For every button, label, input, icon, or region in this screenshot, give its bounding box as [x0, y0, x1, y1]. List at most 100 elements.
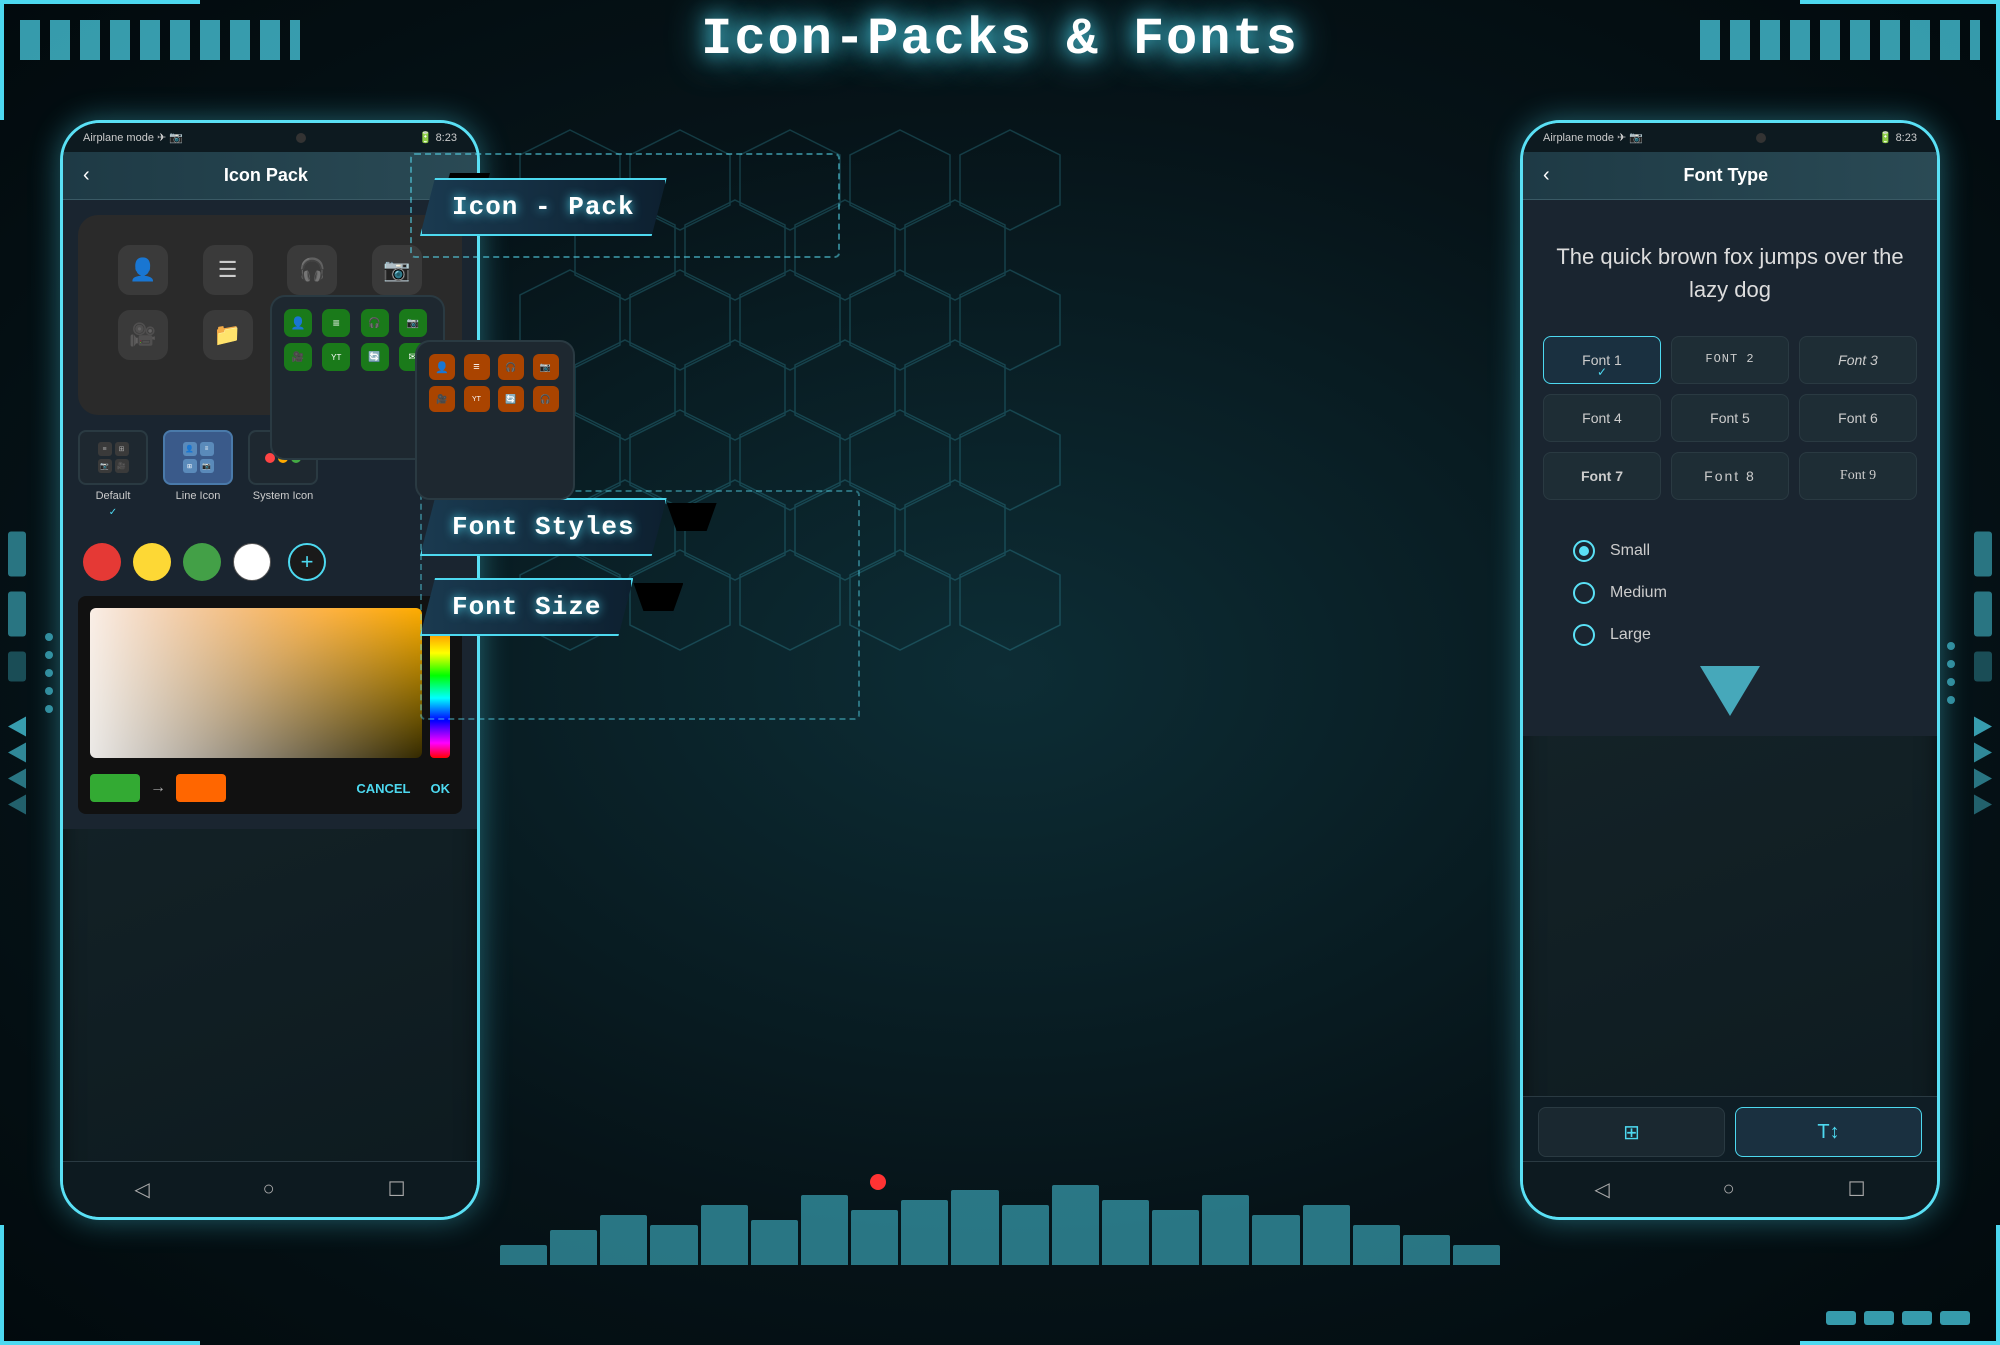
icon-item-video[interactable]: 🎥 [108, 310, 178, 360]
orange-icon-4[interactable]: 📷 [533, 354, 559, 380]
icon-pack-toolbar-btn[interactable]: ⊞ [1538, 1107, 1725, 1157]
green-icon-3[interactable]: 🎧 [361, 309, 389, 337]
green-icon-4[interactable]: 📷 [399, 309, 427, 337]
swatch-white[interactable] [233, 543, 271, 581]
size-large-radio[interactable] [1573, 624, 1595, 646]
size-medium-label: Medium [1610, 584, 1667, 602]
green-icon-6[interactable]: YT [322, 343, 350, 371]
chevron-4 [8, 794, 26, 814]
eq-bar-9 [901, 1200, 948, 1265]
icon-pack-toolbar-icon: ⊞ [1623, 1120, 1640, 1145]
font-btn-4[interactable]: Font 4 [1543, 394, 1661, 442]
font-btn-5[interactable]: Font 5 [1671, 394, 1789, 442]
chevron-1 [8, 716, 26, 736]
font-5-label: Font 5 [1710, 410, 1750, 426]
message-icon: ☰ [203, 245, 253, 295]
font-btn-7[interactable]: Font 7 [1543, 452, 1661, 500]
green-icon-5[interactable]: 🎥 [284, 343, 312, 371]
left-nav-home[interactable]: ○ [263, 1178, 275, 1201]
add-color-button[interactable]: + [288, 543, 326, 581]
font-btn-9[interactable]: Font 9 [1799, 452, 1917, 500]
font-btn-3[interactable]: Font 3 [1799, 336, 1917, 384]
contact-icon: 👤 [118, 245, 168, 295]
right-deco-2 [1974, 591, 1992, 636]
color-picker-container [90, 608, 450, 766]
left-dot-2 [45, 651, 53, 659]
size-small-radio[interactable] [1573, 540, 1595, 562]
left-back-button[interactable]: ‹ [83, 164, 90, 187]
font-btn-2[interactable]: FONT 2 [1671, 336, 1789, 384]
font-toolbar-btn[interactable]: T↕ [1735, 1107, 1922, 1157]
right-back-button[interactable]: ‹ [1543, 164, 1550, 187]
preview-text: The quick brown fox jumps over the lazy … [1543, 240, 1917, 306]
eq-bar-13 [1102, 1200, 1149, 1265]
eq-bar-1 [500, 1245, 547, 1265]
swatch-yellow[interactable] [133, 543, 171, 581]
orange-icon-2[interactable]: ≡ [464, 354, 490, 380]
right-nav-recent[interactable]: ☐ [1848, 1177, 1866, 1202]
right-dot-1 [1947, 642, 1955, 650]
font-9-label: Font 9 [1840, 468, 1876, 483]
orange-icon-3[interactable]: 🎧 [498, 354, 524, 380]
left-deco-1 [8, 531, 26, 576]
dot-1 [1826, 1311, 1856, 1325]
left-phone: Airplane mode ✈ 📷 🔋 8:23 ‹ Icon Pack 👤 ☰… [60, 120, 480, 1220]
eq-bar-19 [1403, 1235, 1450, 1265]
icon-item-folder[interactable]: 📁 [193, 310, 263, 360]
chevron-2 [8, 742, 26, 762]
left-chevrons [8, 716, 26, 814]
icon-pack-label-container: Icon - Pack [420, 178, 667, 236]
page-title: Icon-Packs & Fonts [701, 10, 1299, 69]
color-picker[interactable]: → CANCEL OK [78, 596, 462, 814]
corner-tr-deco [1800, 0, 2000, 120]
font-toolbar-icon: T↕ [1817, 1121, 1839, 1144]
icon-set-default[interactable]: ≡ ⊞ 📷 🎥 Default ✓ [78, 430, 148, 518]
left-nav-recent[interactable]: ☐ [388, 1177, 406, 1202]
cancel-button[interactable]: CANCEL [356, 781, 410, 796]
size-medium[interactable]: Medium [1573, 582, 1887, 604]
icon-item-message[interactable]: ☰ [193, 245, 263, 295]
icon-item-contact[interactable]: 👤 [108, 245, 178, 295]
orange-icon-6[interactable]: YT [464, 386, 490, 412]
bottom-toolbar: ⊞ T↕ [1523, 1096, 1937, 1167]
right-side-dots [1947, 642, 1955, 704]
left-header-title: Icon Pack [105, 165, 427, 186]
left-border-deco [0, 531, 26, 814]
left-side-dots [45, 633, 53, 713]
orange-icon-7[interactable]: 🔄 [498, 386, 524, 412]
left-status-right: 🔋 8:23 [419, 131, 457, 144]
left-status-left: Airplane mode ✈ 📷 [83, 131, 183, 144]
green-icon-7[interactable]: 🔄 [361, 343, 389, 371]
color-gradient-picker[interactable] [90, 608, 422, 758]
chevron-3 [8, 768, 26, 788]
top-bar-left [20, 20, 300, 60]
green-icon-2[interactable]: ≡ [322, 309, 350, 337]
right-phone-header: ‹ Font Type [1523, 152, 1937, 200]
eq-bar-4 [650, 1225, 697, 1265]
font-8-label: Font 8 [1704, 468, 1756, 484]
right-nav-back[interactable]: ◁ [1594, 1177, 1609, 1202]
green-icon-1[interactable]: 👤 [284, 309, 312, 337]
left-nav-back[interactable]: ◁ [134, 1177, 149, 1202]
arrow-icon: → [150, 779, 166, 797]
size-large[interactable]: Large [1573, 624, 1887, 646]
swatch-green[interactable] [183, 543, 221, 581]
icon-set-line[interactable]: 👤 ≡ ⊞ 📷 Line Icon [163, 430, 233, 502]
eq-bar-10 [951, 1190, 998, 1265]
swatch-red[interactable] [83, 543, 121, 581]
left-dot-3 [45, 669, 53, 677]
left-camera-dot [296, 133, 306, 143]
font-2-label: FONT 2 [1705, 352, 1754, 366]
size-medium-radio[interactable] [1573, 582, 1595, 604]
icon-overlay-orange: 👤 ≡ 🎧 📷 🎥 YT 🔄 🎧 [415, 340, 575, 500]
orange-icon-5[interactable]: 🎥 [429, 386, 455, 412]
icon-item-headphone[interactable]: 🎧 [278, 245, 348, 295]
orange-icon-8[interactable]: 🎧 [533, 386, 559, 412]
right-nav-home[interactable]: ○ [1723, 1178, 1735, 1201]
font-btn-8[interactable]: Font 8 [1671, 452, 1789, 500]
size-small[interactable]: Small [1573, 540, 1887, 562]
ok-button[interactable]: OK [431, 781, 451, 796]
orange-icon-1[interactable]: 👤 [429, 354, 455, 380]
font-btn-1[interactable]: Font 1 ✓ [1543, 336, 1661, 384]
font-btn-6[interactable]: Font 6 [1799, 394, 1917, 442]
